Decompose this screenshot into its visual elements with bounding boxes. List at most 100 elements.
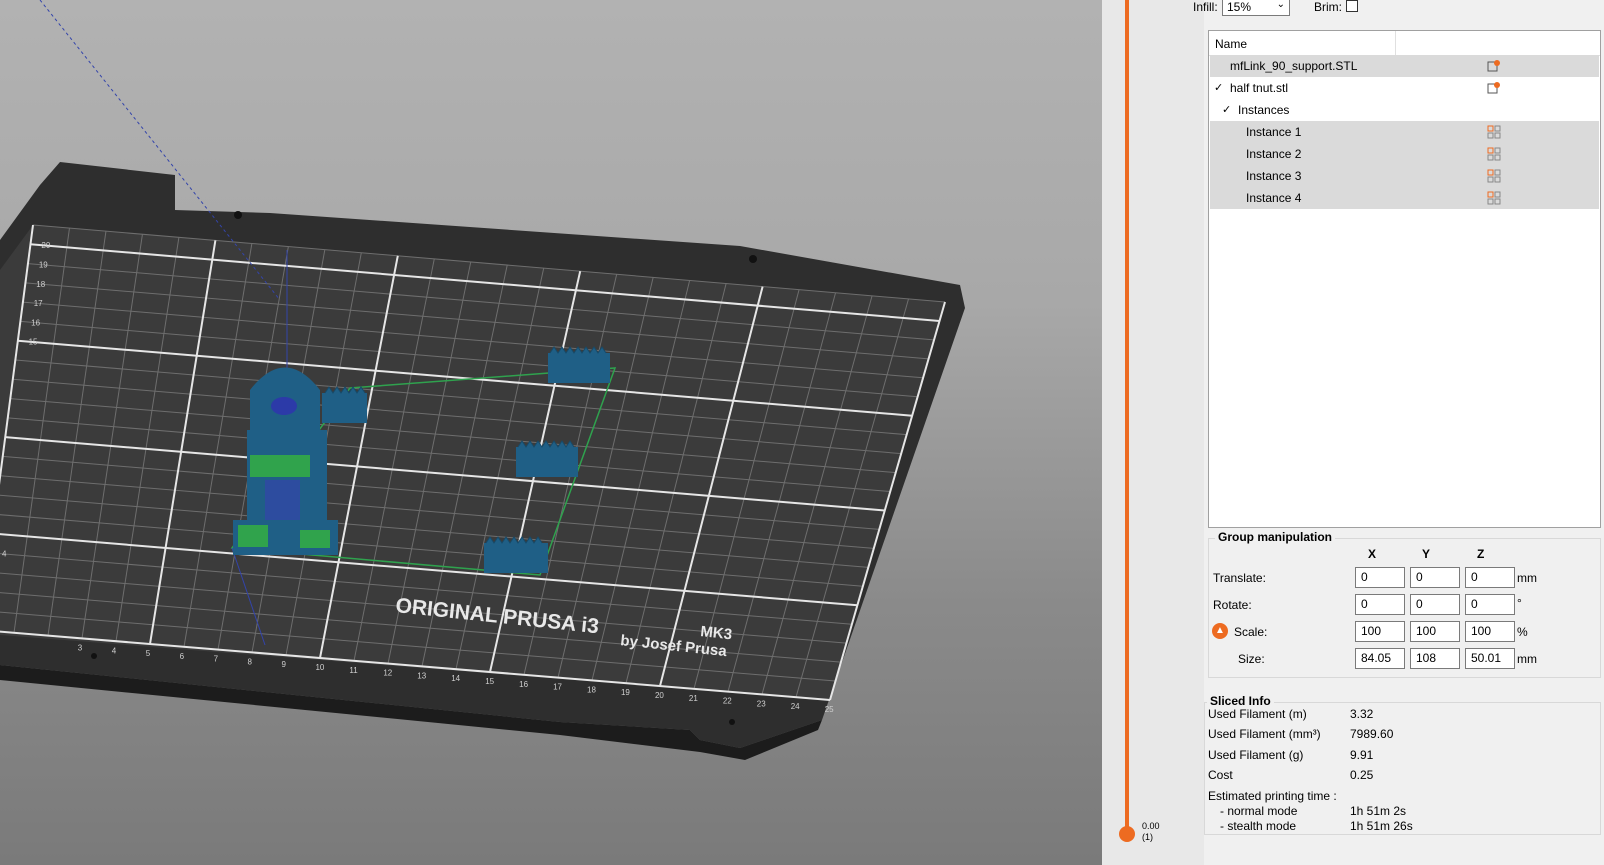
translate-y-field[interactable]: 0	[1410, 567, 1460, 588]
brim-label: Brim:	[1314, 0, 1342, 14]
list-item-object[interactable]: mfLink_90_support.STL	[1210, 55, 1599, 77]
bed-x-tick-label: 24	[791, 702, 800, 711]
bed-x-tick-label: 21	[689, 694, 698, 703]
instance-name: Instance 4	[1246, 191, 1302, 205]
bed-x-tick-label: 8	[248, 657, 253, 666]
scale-y-field[interactable]: 100	[1410, 621, 1460, 642]
bed-x-tick-label: 22	[723, 697, 732, 706]
list-item-object[interactable]: ✓ half tnut.stl	[1210, 77, 1599, 99]
list-item-instance[interactable]: Instance 4	[1210, 187, 1599, 209]
bed-y-tick-label: 17	[34, 299, 43, 308]
print-time-label: - normal mode	[1220, 804, 1298, 818]
sliced-info-label: Used Filament (mm³)	[1208, 727, 1321, 741]
edit-settings-icon[interactable]	[1487, 81, 1501, 95]
layer-slider-thumb[interactable]	[1119, 826, 1135, 842]
chevron-down-icon[interactable]: ✓	[1222, 99, 1231, 121]
3d-viewport[interactable]: ORIGINAL PRUSA i3 MK3 by Josef Prusa 345…	[0, 0, 1102, 865]
translate-x-field[interactable]: 0	[1355, 567, 1405, 588]
print-time-value: 1h 51m 2s	[1350, 804, 1407, 818]
bed-x-tick-label: 7	[214, 655, 219, 664]
scale-lock-icon[interactable]: ▲	[1212, 623, 1228, 639]
print-time-value: 1h 51m 26s	[1350, 819, 1413, 833]
list-item-instances[interactable]: ✓ Instances	[1210, 99, 1599, 121]
sliced-info-value: 7989.60	[1350, 727, 1394, 741]
sliced-info-label: Used Filament (m)	[1208, 707, 1307, 721]
bed-x-tick-label: 9	[281, 660, 286, 669]
infill-label: Infill:	[1193, 0, 1218, 14]
sliced-info-title: Sliced Info	[1207, 694, 1274, 708]
translate-unit: mm	[1517, 571, 1537, 585]
list-item-instance[interactable]: Instance 3	[1210, 165, 1599, 187]
rotate-label: Rotate:	[1213, 598, 1252, 612]
instance-name: Instance 2	[1246, 147, 1302, 161]
bed-y-tick-label: 18	[36, 280, 45, 289]
bed-x-tick-label: 13	[417, 671, 426, 680]
bed-y-tick-label: 20	[41, 241, 50, 250]
size-label: Size:	[1238, 652, 1265, 666]
size-z-field[interactable]: 50.01	[1465, 648, 1515, 669]
bed-x-tick-label: 11	[349, 666, 358, 675]
column-header-name[interactable]: Name	[1215, 37, 1247, 51]
bed-x-tick-label: 6	[180, 652, 185, 661]
rotate-unit: °	[1517, 596, 1522, 610]
sliced-info-value: 3.32	[1350, 707, 1374, 721]
bed-x-tick-label: 5	[146, 649, 151, 658]
bed-x-tick-label: 16	[519, 680, 528, 689]
list-item-instance[interactable]: Instance 1	[1210, 121, 1599, 143]
bed-x-tick-label: 18	[587, 685, 596, 694]
sliced-info-label: Cost	[1208, 768, 1233, 782]
group-manipulation-box: Group manipulation X Y Z Translate: 0 0 …	[1208, 530, 1601, 678]
layer-slider-track[interactable]	[1125, 0, 1129, 836]
chevron-down-icon[interactable]: ✓	[1214, 77, 1223, 99]
object-list[interactable]: Name mfLink_90_support.STL ✓ half tnut.s…	[1208, 30, 1601, 528]
bed-x-tick-label: 3	[78, 643, 83, 652]
instance-icon	[1487, 191, 1501, 205]
edit-settings-icon[interactable]	[1487, 59, 1501, 73]
list-item-instance[interactable]: Instance 2	[1210, 143, 1599, 165]
bed-y-tick-label: 15	[29, 338, 38, 347]
sliced-info-box: Sliced Info Used Filament (m) 3.32 Used …	[1204, 694, 1601, 835]
bed-x-tick-label: 25	[825, 705, 834, 714]
object-name: mfLink_90_support.STL	[1230, 59, 1358, 73]
sidebar-panel: Infill: 15% ⌄ Brim: Name mfLink_90_suppo…	[1193, 0, 1604, 865]
infill-select[interactable]: 15% ⌄	[1222, 0, 1290, 16]
tnut-instance[interactable]	[322, 386, 367, 423]
scale-z-field[interactable]: 100	[1465, 621, 1515, 642]
translate-z-field[interactable]: 0	[1465, 567, 1515, 588]
layer-height-value: 0.00	[1142, 821, 1160, 831]
bed-y-tick-label: 19	[39, 260, 48, 269]
instance-icon	[1487, 147, 1501, 161]
brim-checkbox[interactable]	[1346, 0, 1358, 12]
tnut-instance[interactable]	[484, 536, 548, 573]
size-y-field[interactable]: 108	[1410, 648, 1460, 669]
instance-icon	[1487, 169, 1501, 183]
object-list-header: Name	[1209, 31, 1600, 56]
bed-y-tick-label: 16	[31, 318, 40, 327]
tnut-instance[interactable]	[548, 346, 610, 383]
group-manipulation-title: Group manipulation	[1215, 530, 1335, 544]
layer-slider-area: 0.00 (1)	[1102, 0, 1204, 865]
rotate-x-field[interactable]: 0	[1355, 594, 1405, 615]
axis-label-z: Z	[1477, 547, 1485, 561]
scale-x-field[interactable]: 100	[1355, 621, 1405, 642]
size-unit: mm	[1517, 652, 1537, 666]
bed-x-tick-label: 17	[553, 683, 562, 692]
layer-number: (1)	[1142, 832, 1153, 842]
sliced-info-value: 0.25	[1350, 768, 1374, 782]
printable-area	[0, 225, 945, 700]
infill-value: 15%	[1227, 0, 1252, 14]
bed-x-tick-label: 4	[112, 646, 117, 655]
print-time-label: - stealth mode	[1220, 819, 1297, 833]
sliced-info-value: 9.91	[1350, 748, 1374, 762]
scale-unit: %	[1517, 625, 1528, 639]
print-bed-scene: ORIGINAL PRUSA i3 MK3 by Josef Prusa 345…	[0, 0, 965, 760]
rotate-z-field[interactable]: 0	[1465, 594, 1515, 615]
instance-name: Instance 3	[1246, 169, 1302, 183]
bed-x-tick-label: 23	[757, 699, 766, 708]
tnut-instance[interactable]	[516, 440, 578, 477]
rotate-y-field[interactable]: 0	[1410, 594, 1460, 615]
size-x-field[interactable]: 84.05	[1355, 648, 1405, 669]
bed-x-tick-label: 15	[485, 677, 494, 686]
axis-label-y: Y	[1422, 547, 1431, 561]
bed-x-tick-label: 10	[315, 663, 324, 672]
